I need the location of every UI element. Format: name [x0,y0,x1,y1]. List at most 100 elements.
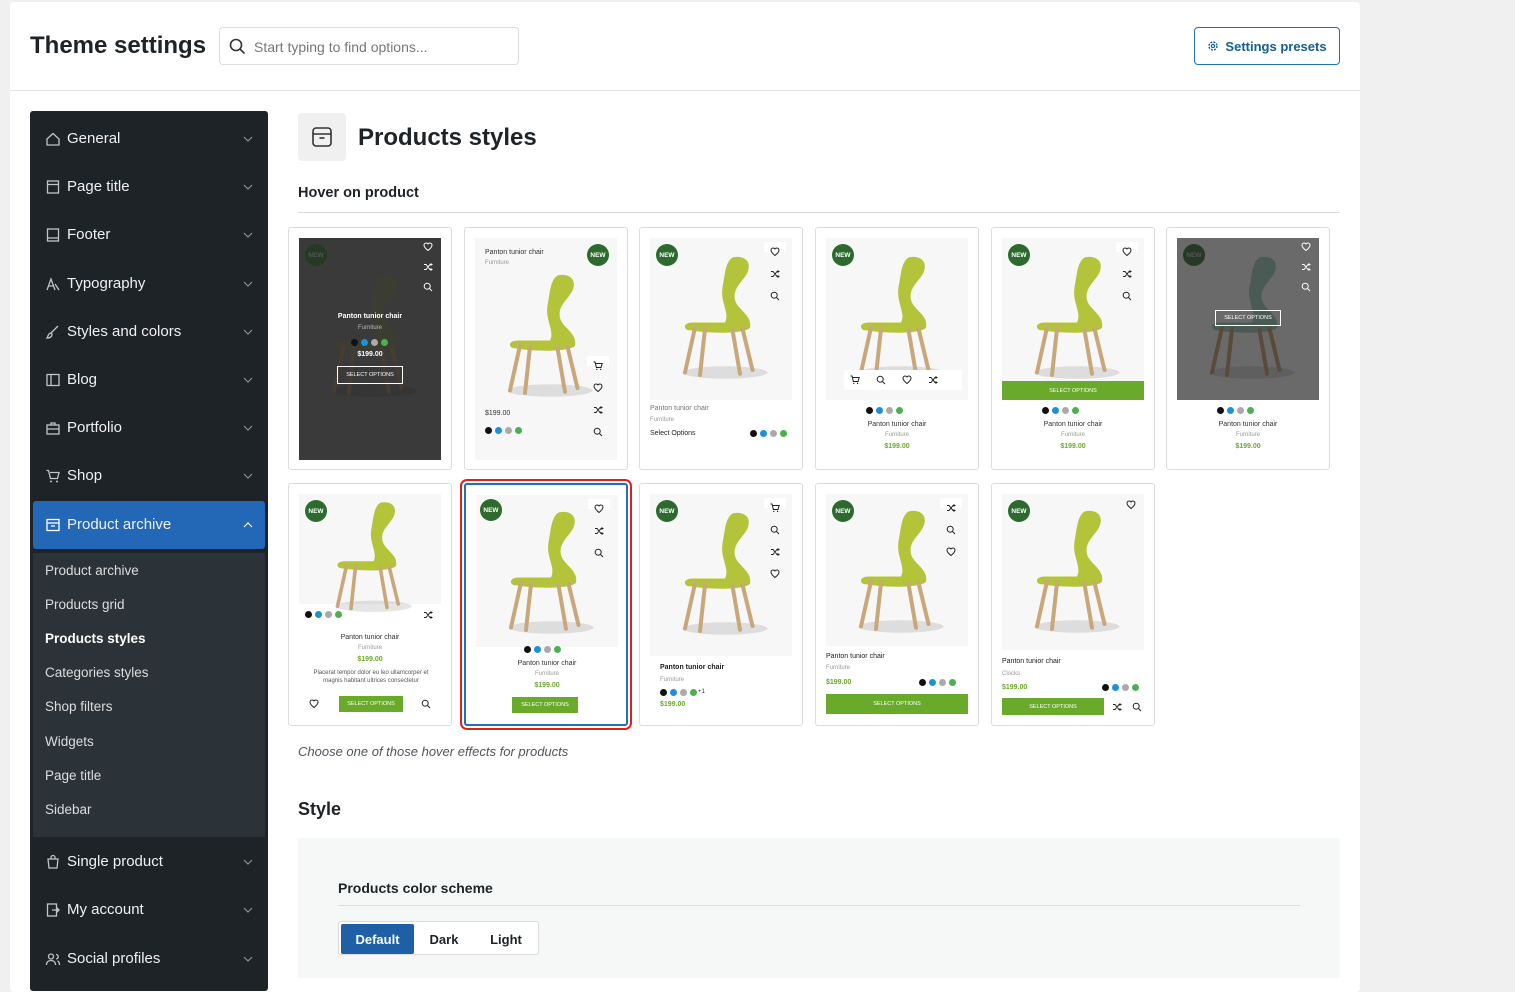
sidebar-item-typography[interactable]: Typography [33,260,265,308]
sidebar-item-shop[interactable]: Shop [33,452,265,500]
search-icon[interactable] [421,699,431,709]
heart-icon[interactable] [770,569,780,579]
search-box[interactable] [219,27,519,65]
select-options-button[interactable]: SELECT OPTIONS [339,696,403,712]
hover-style-option[interactable]: NEW Panton tunior chair Furniture $199.00 SE… [460,479,632,730]
select-options-button[interactable]: SELECT OPTIONS [1002,381,1144,400]
subnav-item-products-styles[interactable]: Products styles [45,631,146,646]
select-options-button[interactable]: SELECT OPTIONS [826,694,968,714]
search-icon[interactable] [946,525,956,535]
select-options-button[interactable]: SELECT OPTIONS [337,366,403,384]
color-swatch[interactable] [896,407,903,414]
color-swatch[interactable] [515,427,522,434]
select-options-button[interactable]: SELECT OPTIONS [1215,310,1281,326]
search-icon[interactable] [770,525,780,535]
color-swatch[interactable] [670,689,677,696]
subnav-item-product-archive[interactable]: Product archive [45,563,139,578]
scheme-option-dark[interactable]: Dark [414,924,474,954]
color-swatch[interactable] [886,407,893,414]
search-icon[interactable] [1132,702,1142,712]
search-icon[interactable] [1301,282,1311,292]
color-swatch[interactable] [1227,407,1234,414]
compare-icon[interactable] [770,269,780,279]
heart-icon[interactable] [1301,242,1311,252]
color-swatch[interactable] [1237,407,1244,414]
select-options-button[interactable]: SELECT OPTIONS [1002,698,1104,715]
chevron-down-icon[interactable] [243,954,253,964]
color-swatch[interactable] [505,427,512,434]
color-swatch[interactable] [750,430,757,437]
compare-icon[interactable] [1301,262,1311,272]
sidebar-item-styles-and-colors[interactable]: Styles and colors [33,308,265,356]
color-swatch[interactable] [495,427,502,434]
search-icon[interactable] [1122,291,1132,301]
color-swatch[interactable] [780,430,787,437]
scheme-option-light[interactable]: Light [474,924,538,954]
search-icon[interactable] [876,375,886,385]
color-swatch[interactable] [485,427,492,434]
sidebar-item-product-archive[interactable]: Product archive [33,501,265,549]
heart-icon[interactable] [902,375,912,385]
color-swatch[interactable] [335,611,342,618]
chevron-down-icon[interactable] [243,905,253,915]
chevron-down-icon[interactable] [243,134,253,144]
color-swatch[interactable] [544,646,551,653]
sidebar-item-footer[interactable]: Footer [33,211,265,259]
color-swatch[interactable] [876,407,883,414]
compare-icon[interactable] [770,547,780,557]
sidebar-item-social-profiles[interactable]: Social profiles [33,935,265,983]
color-swatch[interactable] [1132,684,1139,691]
compare-icon[interactable] [423,610,433,620]
hover-style-option[interactable]: NEW SELECT OPTIONS Panton tunior chair Furn… [1166,227,1330,470]
sidebar-item-portfolio[interactable]: Portfolio [33,404,265,452]
heart-icon[interactable] [946,547,956,557]
cart-icon[interactable] [850,375,860,385]
sidebar-item-my-account[interactable]: My account [33,886,265,934]
heart-icon[interactable] [593,383,603,393]
cart-icon[interactable] [770,503,780,513]
color-swatch[interactable] [325,611,332,618]
sidebar-item-blog[interactable]: Blog [33,356,265,404]
chevron-down-icon[interactable] [243,230,253,240]
color-swatch[interactable] [660,689,667,696]
color-swatch[interactable] [919,679,926,686]
color-swatch[interactable] [524,646,531,653]
color-swatch[interactable] [1217,407,1224,414]
color-swatch[interactable] [760,430,767,437]
color-swatch[interactable] [361,339,368,346]
hover-style-option[interactable]: Panton tunior chair Furniture NEW $199.00 [464,227,628,470]
heart-icon[interactable] [1126,500,1136,510]
chevron-down-icon[interactable] [243,182,253,192]
color-swatch[interactable] [554,646,561,653]
heart-icon[interactable] [309,699,319,709]
chevron-down-icon[interactable] [243,375,253,385]
color-swatch[interactable] [1122,684,1129,691]
color-swatch[interactable] [534,646,541,653]
color-swatch[interactable] [939,679,946,686]
cart-icon[interactable] [593,361,603,371]
chevron-down-icon[interactable] [243,471,253,481]
color-swatch[interactable] [1052,407,1059,414]
subnav-item-categories-styles[interactable]: Categories styles [45,665,149,680]
color-swatch[interactable] [770,430,777,437]
chevron-down-icon[interactable] [243,327,253,337]
settings-presets-button[interactable]: Settings presets [1194,27,1340,65]
heart-icon[interactable] [770,247,780,257]
hover-style-option[interactable]: NEW Panton tunior chair Clocks $199.00 SELEC… [991,483,1155,726]
subnav-item-products-grid[interactable]: Products grid [45,597,125,612]
compare-icon[interactable] [1112,702,1122,712]
hover-style-option[interactable]: NEW Panton tunior chair Furniture $199.00 SE… [288,227,452,470]
color-swatch[interactable] [1072,407,1079,414]
hover-style-option[interactable]: NEW Panton tunior chair Furniture Select Op… [639,227,803,470]
color-swatch[interactable] [1112,684,1119,691]
search-icon[interactable] [423,282,433,292]
color-swatch[interactable] [1042,407,1049,414]
scheme-option-default[interactable]: Default [341,924,414,954]
hover-style-option[interactable]: NEW Panton tunior chair Furniture $199.00 [815,227,979,470]
hover-style-option[interactable]: NEW SELECT OPTIONS Panton tunior chair Furn… [991,227,1155,470]
heart-icon[interactable] [1122,247,1132,257]
compare-icon[interactable] [946,503,956,513]
chevron-down-icon[interactable] [243,423,253,433]
color-swatch[interactable] [351,339,358,346]
chevron-up-icon[interactable] [243,520,253,530]
